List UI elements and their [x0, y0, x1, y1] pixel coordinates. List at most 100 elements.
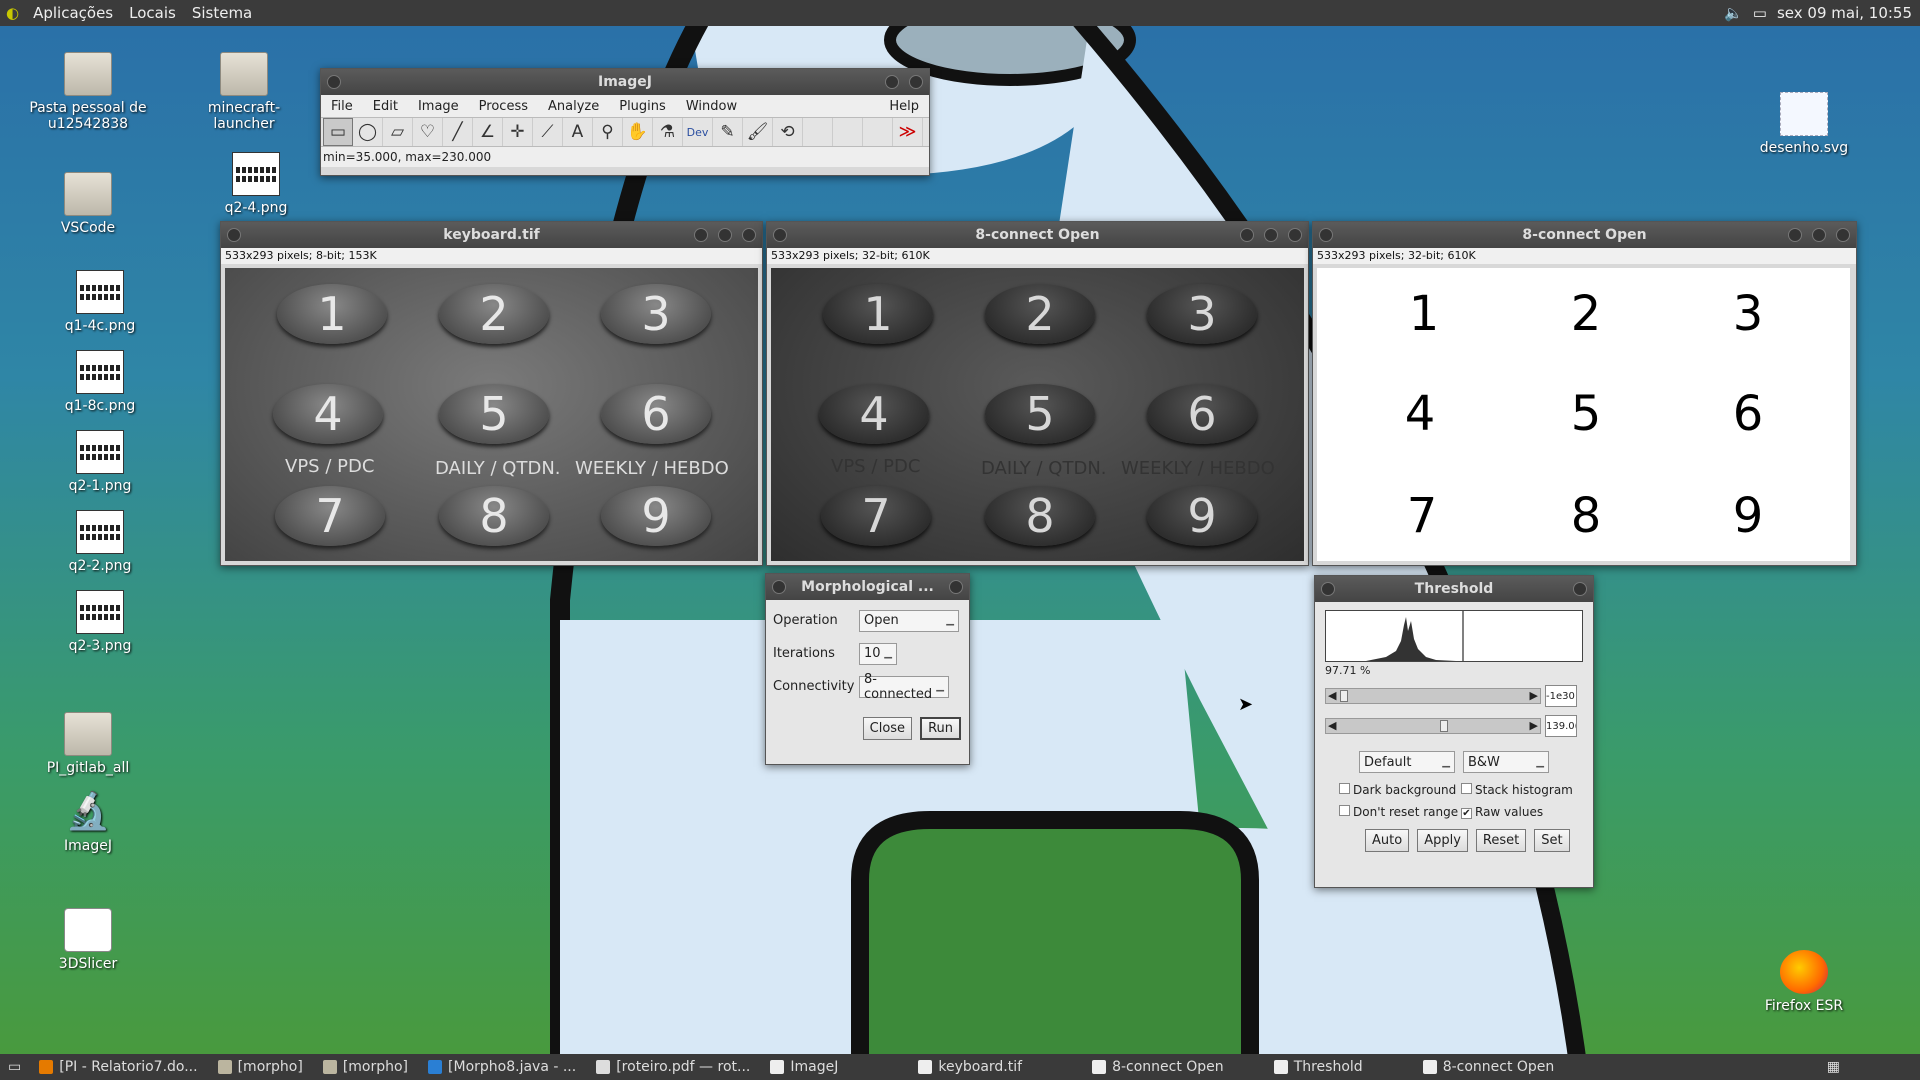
- close-icon[interactable]: [1836, 228, 1850, 242]
- taskbar-item[interactable]: [roteiro.pdf — rot...: [586, 1059, 760, 1075]
- low-threshold-field[interactable]: -1e30: [1545, 685, 1577, 707]
- desktop-icon-q1-4c[interactable]: q1-4c.png: [40, 270, 160, 334]
- slider-left-arrow-icon[interactable]: ◀: [1328, 689, 1336, 702]
- taskbar-item[interactable]: 8-connect Open: [1082, 1059, 1234, 1075]
- apply-button[interactable]: Apply: [1417, 829, 1468, 852]
- taskbar-item[interactable]: [PI - Relatorio7.do...: [29, 1059, 207, 1075]
- desktop-icon-q2-3[interactable]: q2-3.png: [40, 590, 160, 654]
- desktop-icon-minecraft-launcher[interactable]: minecraft-launcher: [184, 52, 304, 132]
- angle-tool-icon[interactable]: ∠: [473, 118, 503, 146]
- taskbar-item[interactable]: Threshold: [1264, 1059, 1373, 1075]
- magnifier-icon[interactable]: ⚲: [593, 118, 623, 146]
- minimize-icon[interactable]: [1788, 228, 1802, 242]
- more-tools-icon[interactable]: ≫: [893, 118, 923, 146]
- desktop-icon-3dslicer[interactable]: 3DSlicer: [28, 908, 148, 972]
- dont-reset-range-checkbox[interactable]: Don't reset range: [1339, 805, 1461, 819]
- distro-logo-icon[interactable]: ◐: [0, 4, 25, 22]
- iterations-select[interactable]: 10: [859, 642, 897, 665]
- maximize-icon[interactable]: [1264, 228, 1278, 242]
- taskbar-item[interactable]: [morpho]: [208, 1059, 313, 1075]
- menu-help[interactable]: Help: [879, 99, 929, 114]
- desktop-icon-vscode[interactable]: VSCode: [28, 172, 148, 236]
- image-window-titlebar[interactable]: keyboard.tif: [221, 222, 762, 248]
- minimize-icon[interactable]: [1240, 228, 1254, 242]
- auto-button[interactable]: Auto: [1365, 829, 1410, 852]
- line-tool-icon[interactable]: ╱: [443, 118, 473, 146]
- window-menu-icon[interactable]: [772, 580, 786, 594]
- image-window-titlebar[interactable]: 8-connect Open: [1313, 222, 1856, 248]
- menu-system[interactable]: Sistema: [184, 4, 260, 22]
- dev-icon[interactable]: Dev: [683, 118, 713, 146]
- taskbar-item[interactable]: 8-connect Open: [1413, 1059, 1565, 1075]
- network-icon[interactable]: ▭: [1753, 4, 1767, 22]
- maximize-icon[interactable]: [718, 228, 732, 242]
- workspace-switcher-icon[interactable]: ▦: [1827, 1059, 1920, 1075]
- rectangle-tool-icon[interactable]: ▭: [323, 118, 353, 146]
- desktop-icon-desenho-svg[interactable]: desenho.svg: [1744, 92, 1864, 156]
- connectivity-select[interactable]: 8-connected: [859, 672, 949, 702]
- desktop-icon-q2-2[interactable]: q2-2.png: [40, 510, 160, 574]
- reset-button[interactable]: Reset: [1475, 829, 1527, 852]
- dark-background-checkbox[interactable]: Dark background: [1339, 783, 1461, 797]
- close-button[interactable]: Close: [862, 717, 913, 740]
- dropper-icon[interactable]: ⚗: [653, 118, 683, 146]
- window-menu-icon[interactable]: [1319, 228, 1333, 242]
- desktop-icon-home[interactable]: Pasta pessoal de u12542838: [28, 52, 148, 132]
- menu-image[interactable]: Image: [408, 99, 469, 114]
- menu-analyze[interactable]: Analyze: [538, 99, 609, 114]
- display-mode-select[interactable]: B&W: [1463, 751, 1549, 773]
- raw-values-checkbox[interactable]: ✔ Raw values: [1461, 805, 1543, 819]
- menu-file[interactable]: File: [321, 99, 363, 114]
- window-menu-icon[interactable]: [1321, 582, 1335, 596]
- desktop-icon-q2-4[interactable]: q2-4.png: [196, 152, 316, 216]
- text-tool-icon[interactable]: A: [563, 118, 593, 146]
- minimize-icon[interactable]: [885, 75, 899, 89]
- slider-right-arrow-icon[interactable]: ▶: [1530, 719, 1538, 732]
- brush-icon[interactable]: 🖌: [743, 118, 773, 146]
- slider-left-arrow-icon[interactable]: ◀: [1328, 719, 1336, 732]
- minimize-icon[interactable]: [694, 228, 708, 242]
- operation-select[interactable]: Open: [859, 609, 959, 632]
- imagej-titlebar[interactable]: ImageJ: [321, 69, 929, 95]
- show-desktop-icon[interactable]: ▭: [0, 1059, 29, 1075]
- desktop-icon-q2-1[interactable]: q2-1.png: [40, 430, 160, 494]
- point-tool-icon[interactable]: ✛: [503, 118, 533, 146]
- desktop-icon-imagej[interactable]: 🔬 ImageJ: [28, 790, 148, 854]
- close-icon[interactable]: [909, 75, 923, 89]
- pencil-icon[interactable]: ✎: [713, 118, 743, 146]
- freehand-tool-icon[interactable]: ♡: [413, 118, 443, 146]
- high-threshold-slider[interactable]: ◀ ▶: [1325, 718, 1541, 734]
- oval-tool-icon[interactable]: ◯: [353, 118, 383, 146]
- maximize-icon[interactable]: [1812, 228, 1826, 242]
- stack-histogram-checkbox[interactable]: Stack histogram: [1461, 783, 1573, 797]
- close-icon[interactable]: [949, 580, 963, 594]
- desktop-icon-q1-8c[interactable]: q1-8c.png: [40, 350, 160, 414]
- run-button[interactable]: Run: [920, 717, 961, 740]
- image-canvas[interactable]: 1 2 3 4 5 6 VPS / PDC DAILY / QTDN. WEEK…: [225, 268, 758, 561]
- clock[interactable]: sex 09 mai, 10:55: [1777, 4, 1912, 22]
- set-button[interactable]: Set: [1534, 829, 1570, 852]
- volume-icon[interactable]: 🔈: [1724, 4, 1743, 22]
- menu-places[interactable]: Locais: [121, 4, 184, 22]
- menu-plugins[interactable]: Plugins: [609, 99, 676, 114]
- window-menu-icon[interactable]: [227, 228, 241, 242]
- dialog-titlebar[interactable]: Threshold: [1315, 576, 1593, 602]
- polygon-tool-icon[interactable]: ▱: [383, 118, 413, 146]
- close-icon[interactable]: [1573, 582, 1587, 596]
- taskbar-item[interactable]: ImageJ: [760, 1059, 848, 1075]
- image-canvas[interactable]: 1 2 3 4 5 6 7 8 9: [1317, 268, 1850, 561]
- window-menu-icon[interactable]: [773, 228, 787, 242]
- flood-fill-icon[interactable]: ⟲: [773, 118, 803, 146]
- window-menu-icon[interactable]: [327, 75, 341, 89]
- desktop-icon-pi-gitlab-all[interactable]: PI_gitlab_all: [28, 712, 148, 776]
- menu-edit[interactable]: Edit: [363, 99, 408, 114]
- wand-tool-icon[interactable]: ⟋: [533, 118, 563, 146]
- image-window-titlebar[interactable]: 8-connect Open: [767, 222, 1308, 248]
- slider-thumb[interactable]: [1340, 690, 1348, 702]
- slider-thumb[interactable]: [1440, 720, 1448, 732]
- method-select[interactable]: Default: [1359, 751, 1455, 773]
- low-threshold-slider[interactable]: ◀ ▶: [1325, 688, 1541, 704]
- menu-applications[interactable]: Aplicações: [25, 4, 121, 22]
- hand-icon[interactable]: ✋: [623, 118, 653, 146]
- dialog-titlebar[interactable]: Morphological ...: [766, 574, 969, 600]
